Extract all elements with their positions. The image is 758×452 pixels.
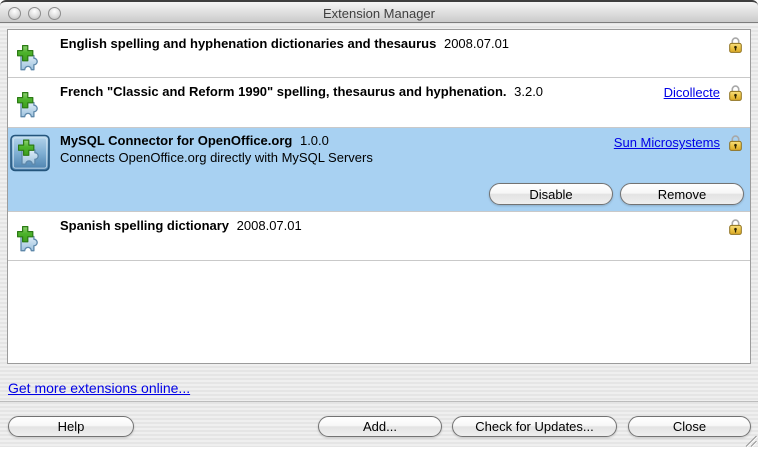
window-title: Extension Manager: [0, 4, 758, 24]
extension-title-line: French "Classic and Reform 1990" spellin…: [8, 78, 750, 99]
extension-row-french[interactable]: French "Classic and Reform 1990" spellin…: [8, 78, 750, 128]
extension-name: English spelling and hyphenation diction…: [60, 36, 436, 51]
help-button[interactable]: Help: [8, 416, 134, 437]
extension-name: MySQL Connector for OpenOffice.org: [60, 133, 292, 148]
extension-row-mysql-selected[interactable]: MySQL Connector for OpenOffice.org 1.0.0…: [8, 128, 750, 212]
extension-name: Spanish spelling dictionary: [60, 218, 229, 233]
padlock-icon: [729, 36, 742, 53]
add-button[interactable]: Add...: [318, 416, 442, 437]
extension-row-english[interactable]: English spelling and hyphenation diction…: [8, 30, 750, 78]
puzzle-plus-icon: [13, 41, 45, 73]
puzzle-plus-icon: [13, 222, 45, 254]
extension-version: 2008.07.01: [444, 36, 509, 51]
extension-action-buttons: Disable Remove: [489, 183, 744, 205]
extension-list: English spelling and hyphenation diction…: [7, 29, 751, 364]
extension-title-line: English spelling and hyphenation diction…: [8, 30, 750, 51]
extension-name: French "Classic and Reform 1990" spellin…: [60, 84, 507, 99]
close-dialog-button[interactable]: Close: [628, 416, 751, 437]
extension-version: 3.2.0: [514, 84, 543, 99]
extension-version: 1.0.0: [300, 133, 329, 148]
resize-grip[interactable]: [745, 434, 757, 446]
extension-title-line: Spanish spelling dictionary 2008.07.01: [8, 212, 750, 233]
get-more-extensions-link[interactable]: Get more extensions online...: [8, 380, 190, 396]
extension-version: 2008.07.01: [237, 218, 302, 233]
padlock-icon: [729, 218, 742, 235]
footer-divider: [0, 401, 758, 403]
framed-puzzle-package-icon: [9, 132, 51, 174]
extension-manager-window: { "window": { "title": "Extension Manage…: [0, 0, 758, 447]
remove-button[interactable]: Remove: [620, 183, 744, 205]
extension-description: Connects OpenOffice.org directly with My…: [8, 148, 750, 165]
puzzle-plus-icon: [13, 88, 45, 120]
publisher-link[interactable]: Sun Microsystems: [614, 135, 720, 150]
check-for-updates-button[interactable]: Check for Updates...: [452, 416, 617, 437]
extension-row-spanish[interactable]: Spanish spelling dictionary 2008.07.01: [8, 212, 750, 261]
titlebar: Extension Manager: [0, 0, 758, 23]
disable-button[interactable]: Disable: [489, 183, 613, 205]
padlock-icon: [729, 84, 742, 101]
publisher-link[interactable]: Dicollecte: [664, 85, 720, 100]
padlock-icon: [729, 134, 742, 151]
